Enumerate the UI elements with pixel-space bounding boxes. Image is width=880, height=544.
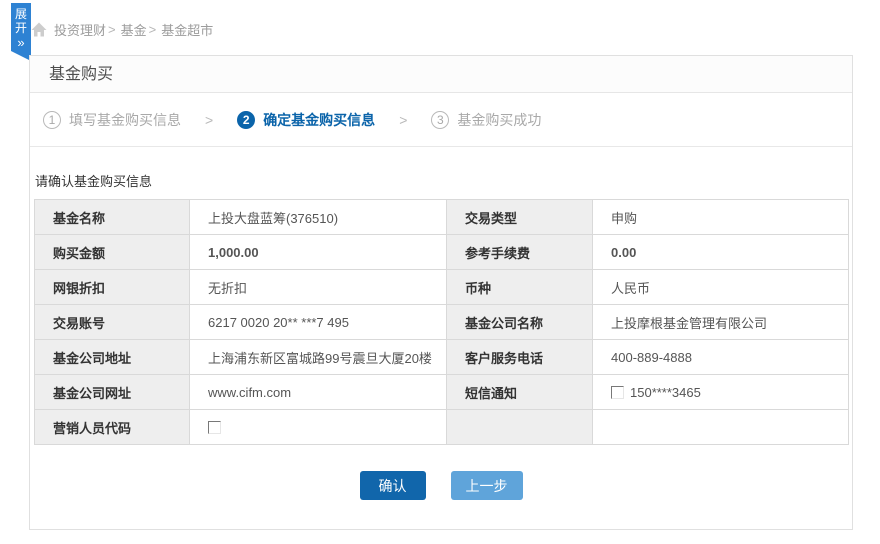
currency-label: 币种 xyxy=(447,270,593,305)
table-row: 网银折扣 无折扣 币种 人民币 xyxy=(35,270,849,305)
step-2-number: 2 xyxy=(237,111,255,129)
purchase-amount-value: 1,000.00 xyxy=(190,235,447,270)
expand-sidebar-tab[interactable]: 展开 » xyxy=(11,3,31,61)
fund-company-address-value: 上海浦东新区富城路99号震旦大厦20楼 xyxy=(190,340,447,375)
previous-step-button[interactable]: 上一步 xyxy=(451,471,523,500)
breadcrumb-item-fund[interactable]: 基金 xyxy=(121,20,147,39)
trade-account-value: 6217 0020 20** ***7 495 xyxy=(190,305,447,340)
purchase-amount-label: 购买金额 xyxy=(35,235,190,270)
sms-notify-label: 短信通知 xyxy=(447,375,593,410)
page-title: 基金购买 xyxy=(30,56,852,93)
marketing-agent-code-checkbox[interactable] xyxy=(208,421,221,434)
step-3-label: 基金购买成功 xyxy=(457,110,541,130)
step-indicator: 1 填写基金购买信息 > 2 确定基金购买信息 > 3 基金购买成功 xyxy=(30,93,852,147)
table-row: 基金名称 上投大盘蓝筹(376510) 交易类型 申购 xyxy=(35,200,849,235)
page: 展开 » 投资理财 > 基金 > 基金超市 基金购买 1 填写基金购买信息 > … xyxy=(0,0,880,544)
table-row: 营销人员代码 xyxy=(35,410,849,445)
trade-type-label: 交易类型 xyxy=(447,200,593,235)
customer-service-phone-value: 400-889-4888 xyxy=(593,340,849,375)
breadcrumb-separator: > xyxy=(108,22,116,37)
customer-service-phone-label: 客户服务电话 xyxy=(447,340,593,375)
fund-company-address-label: 基金公司地址 xyxy=(35,340,190,375)
double-chevron-right-icon: » xyxy=(11,36,31,50)
ebank-discount-value: 无折扣 xyxy=(190,270,447,305)
fund-name-value: 上投大盘蓝筹(376510) xyxy=(190,200,447,235)
home-icon[interactable] xyxy=(31,22,47,37)
table-row: 购买金额 1,000.00 参考手续费 0.00 xyxy=(35,235,849,270)
marketing-agent-code-label: 营销人员代码 xyxy=(35,410,190,445)
fund-name-label: 基金名称 xyxy=(35,200,190,235)
empty-label-cell xyxy=(447,410,593,445)
table-row: 基金公司网址 www.cifm.com 短信通知 150****3465 xyxy=(35,375,849,410)
empty-value-cell xyxy=(593,410,849,445)
reference-fee-value: 0.00 xyxy=(593,235,849,270)
breadcrumb-item-fund-market[interactable]: 基金超市 xyxy=(161,20,213,39)
step-3-number: 3 xyxy=(431,111,449,129)
table-row: 交易账号 6217 0020 20** ***7 495 基金公司名称 上投摩根… xyxy=(35,305,849,340)
fund-purchase-info-table: 基金名称 上投大盘蓝筹(376510) 交易类型 申购 购买金额 1,000.0… xyxy=(34,199,849,445)
step-arrow-icon: > xyxy=(205,112,213,128)
breadcrumb: 投资理财 > 基金 > 基金超市 xyxy=(31,20,213,38)
breadcrumb-item-invest[interactable]: 投资理财 xyxy=(54,20,106,39)
step-2-label: 确定基金购买信息 xyxy=(263,110,375,130)
fund-company-name-value: 上投摩根基金管理有限公司 xyxy=(593,305,849,340)
sms-notify-phone: 150****3465 xyxy=(630,385,701,400)
sms-notify-checkbox[interactable] xyxy=(611,386,624,399)
fund-company-website-value: www.cifm.com xyxy=(190,375,447,410)
confirm-prompt: 请确认基金购买信息 xyxy=(35,171,852,190)
fund-purchase-panel: 基金购买 1 填写基金购买信息 > 2 确定基金购买信息 > 3 基金购买成功 … xyxy=(29,55,853,530)
reference-fee-label: 参考手续费 xyxy=(447,235,593,270)
ebank-discount-label: 网银折扣 xyxy=(35,270,190,305)
trade-account-label: 交易账号 xyxy=(35,305,190,340)
step-1-fill-info: 1 填写基金购买信息 xyxy=(43,110,181,130)
step-arrow-icon: > xyxy=(399,112,407,128)
sms-notify-cell: 150****3465 xyxy=(593,375,849,410)
breadcrumb-separator: > xyxy=(149,22,157,37)
step-1-number: 1 xyxy=(43,111,61,129)
fund-company-website-label: 基金公司网址 xyxy=(35,375,190,410)
trade-type-value: 申购 xyxy=(593,200,849,235)
expand-sidebar-label: 展开 xyxy=(11,3,31,35)
currency-value: 人民币 xyxy=(593,270,849,305)
marketing-agent-code-cell xyxy=(190,410,447,445)
fund-company-name-label: 基金公司名称 xyxy=(447,305,593,340)
table-row: 基金公司地址 上海浦东新区富城路99号震旦大厦20楼 客户服务电话 400-88… xyxy=(35,340,849,375)
confirm-button[interactable]: 确认 xyxy=(360,471,426,500)
action-buttons: 确认 上一步 xyxy=(30,471,852,500)
step-2-confirm-info: 2 确定基金购买信息 xyxy=(237,110,375,130)
step-1-label: 填写基金购买信息 xyxy=(69,110,181,130)
step-3-success: 3 基金购买成功 xyxy=(431,110,541,130)
